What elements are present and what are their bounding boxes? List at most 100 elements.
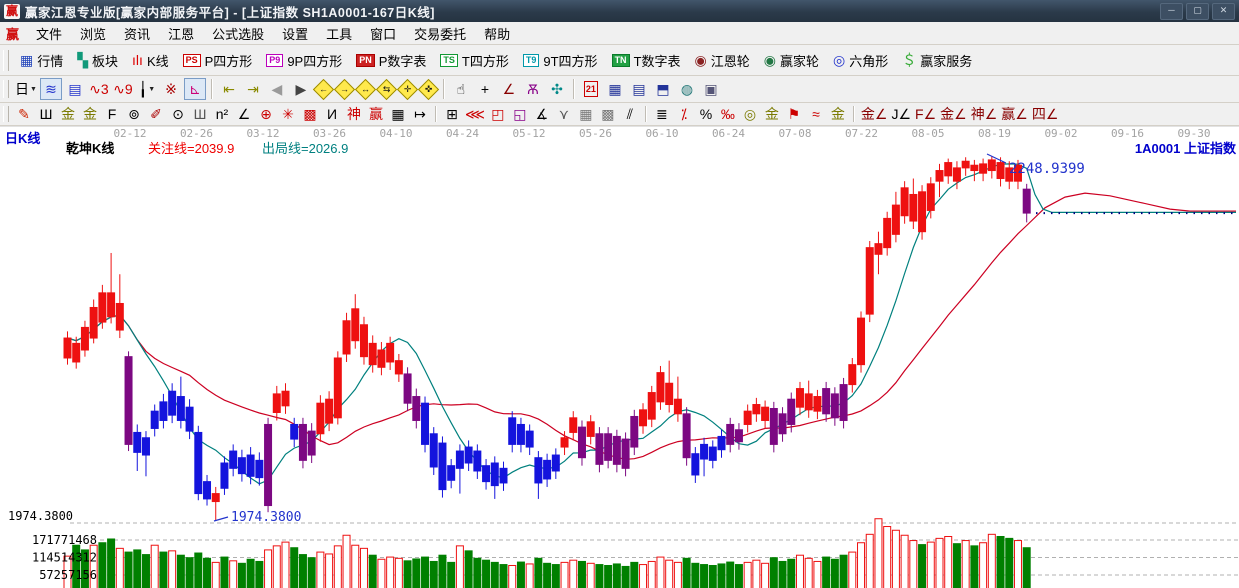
four-angle-button[interactable]: 四∠ bbox=[1031, 105, 1060, 124]
measure-brush-button[interactable]: ✐ bbox=[146, 105, 166, 124]
period-day-button[interactable]: 日 ▼ bbox=[14, 78, 38, 100]
menu-item-0[interactable]: 文件 bbox=[27, 25, 71, 44]
gold-ruler-button[interactable]: 金 bbox=[58, 105, 78, 124]
crosshair-tool-button[interactable]: + bbox=[474, 78, 496, 100]
page-next-button[interactable]: ▶ bbox=[290, 78, 312, 100]
page-prev-button[interactable]: ◀ bbox=[266, 78, 288, 100]
calendar-button[interactable]: 21 bbox=[580, 78, 602, 100]
menu-item-4[interactable]: 公式选股 bbox=[203, 25, 273, 44]
bars-tool-button[interactable]: ≣ bbox=[652, 105, 672, 124]
sectors-button[interactable]: ▚ 板块 bbox=[70, 48, 125, 73]
shen-ruler-button[interactable]: 神 bbox=[344, 105, 364, 124]
permille-button[interactable]: ‰ bbox=[718, 105, 738, 124]
jump-last-button[interactable]: ⇥ bbox=[242, 78, 264, 100]
jump-first-button[interactable]: ⇤ bbox=[218, 78, 240, 100]
p-square-button[interactable]: PS P四方形 bbox=[176, 48, 260, 73]
notes-button[interactable]: ▤ bbox=[628, 78, 650, 100]
fan-box-button[interactable]: ◰ bbox=[488, 105, 508, 124]
pattern-map-button[interactable]: ✣ bbox=[546, 78, 568, 100]
service-button[interactable]: ＄赢家服务 bbox=[895, 48, 979, 73]
gold-level-2-button[interactable]: 金 bbox=[828, 105, 848, 124]
fib-ruler-button[interactable]: F bbox=[102, 105, 122, 124]
hand-tool-button[interactable]: ☝ bbox=[450, 78, 472, 100]
9p-square-button[interactable]: P9 9P四方形 bbox=[259, 48, 349, 73]
zoom-fit-button[interactable]: ✜ bbox=[417, 78, 440, 100]
time-clock-button[interactable]: ⊙ bbox=[168, 105, 188, 124]
time-ruler-button[interactable]: Ш bbox=[36, 105, 56, 124]
angle-measure-button[interactable]: ∠ bbox=[498, 78, 520, 100]
menu-item-9[interactable]: 帮助 bbox=[475, 25, 519, 44]
quotes-button[interactable]: ▦ 行情 bbox=[13, 48, 70, 73]
grid-123-button[interactable]: ▦ bbox=[388, 105, 408, 124]
network-button[interactable]: ◍ bbox=[676, 78, 698, 100]
j-angle-button[interactable]: J∠ bbox=[890, 105, 912, 124]
box-tool-button[interactable]: ⊞ bbox=[442, 105, 462, 124]
wave-gold-button[interactable]: ≈ bbox=[806, 105, 826, 124]
zoom-out-button[interactable]: ⇆ bbox=[375, 78, 398, 100]
plain-ruler-button[interactable]: Ш bbox=[190, 105, 210, 124]
menu-item-1[interactable]: 浏览 bbox=[71, 25, 115, 44]
percent-button[interactable]: % bbox=[696, 105, 716, 124]
chart-canvas[interactable]: 2248.9399 1974.3800 1974.3800 171771468 1145… bbox=[0, 140, 1239, 588]
menu-item-6[interactable]: 工具 bbox=[317, 25, 361, 44]
square-ruler-button[interactable]: n² bbox=[212, 105, 232, 124]
angle-line-button[interactable]: ∠ bbox=[234, 105, 254, 124]
v-lines-button[interactable]: ⋎ bbox=[554, 105, 574, 124]
zoom-in-button[interactable]: ✛ bbox=[396, 78, 419, 100]
scroll-both-button[interactable]: ↔ bbox=[354, 78, 377, 100]
maximize-button[interactable]: ▢ bbox=[1186, 2, 1209, 20]
gold-circle-button[interactable]: ◎ bbox=[740, 105, 760, 124]
fan-lines-button[interactable]: ⋘ bbox=[464, 105, 486, 124]
kline-button[interactable]: ılı K线 bbox=[125, 48, 176, 73]
gann-wheel-button[interactable]: ◉ 江恩轮 bbox=[688, 48, 757, 73]
gold-angle-2-button[interactable]: 金∠ bbox=[939, 105, 968, 124]
red-circle-cross-button[interactable]: ⊕ bbox=[256, 105, 276, 124]
f-angle-button[interactable]: F∠ bbox=[914, 105, 937, 124]
volume-histogram-button[interactable]: ⊾ bbox=[183, 78, 206, 100]
draw-brush-button[interactable]: ✎ bbox=[14, 105, 34, 124]
menu-item-3[interactable]: 江恩 bbox=[159, 25, 203, 44]
purple-fan-box-button[interactable]: ◱ bbox=[510, 105, 530, 124]
k-mark-button[interactable]: И bbox=[322, 105, 342, 124]
scroll-right-button[interactable]: → bbox=[333, 78, 356, 100]
gold-ruler-2-button[interactable]: 金 bbox=[80, 105, 100, 124]
gold-angle-button[interactable]: 金∠ bbox=[860, 105, 889, 124]
win-angle-button[interactable]: 赢∠ bbox=[1000, 105, 1029, 124]
menu-item-2[interactable]: 资讯 bbox=[115, 25, 159, 44]
wave-9-button[interactable]: ∿9 bbox=[112, 78, 134, 100]
scroll-left-button[interactable]: ← bbox=[312, 78, 335, 100]
remote-pc-button[interactable]: ▣ bbox=[700, 78, 722, 100]
shen-angle-button[interactable]: 神∠ bbox=[970, 105, 999, 124]
flag-measure-button[interactable]: ⚑ bbox=[784, 105, 804, 124]
minimize-button[interactable]: ─ bbox=[1160, 2, 1183, 20]
menu-item-5[interactable]: 设置 bbox=[273, 25, 317, 44]
info-document-button[interactable]: ▤ bbox=[64, 78, 86, 100]
t-square-button[interactable]: TS T四方形 bbox=[433, 48, 515, 73]
grid-frame-button[interactable]: ▩ bbox=[598, 105, 618, 124]
hexagon-button[interactable]: ◎ 六角形 bbox=[826, 48, 895, 73]
9t-square-button[interactable]: T9 9T四方形 bbox=[516, 48, 605, 73]
calculator-button[interactable]: ▦ bbox=[604, 78, 626, 100]
menu-item-8[interactable]: 交易委托 bbox=[405, 25, 475, 44]
gold-level-button[interactable]: 金 bbox=[762, 105, 782, 124]
gann-band-button[interactable]: Ѫ bbox=[522, 78, 544, 100]
save-button[interactable]: ⬒ bbox=[652, 78, 674, 100]
close-button[interactable]: ✕ bbox=[1212, 2, 1235, 20]
span-arrow-button[interactable]: ↦ bbox=[410, 105, 430, 124]
red-grid-box-button[interactable]: ▩ bbox=[300, 105, 320, 124]
trend-angles-button[interactable]: ∡ bbox=[532, 105, 552, 124]
red-star-button[interactable]: ✳ bbox=[278, 105, 298, 124]
grid-button[interactable]: ▦ bbox=[576, 105, 596, 124]
pattern-button[interactable]: ※ bbox=[160, 78, 182, 100]
menu-item-7[interactable]: 窗口 bbox=[361, 25, 405, 44]
win-ruler-button[interactable]: 赢 bbox=[366, 105, 386, 124]
candle-style-button[interactable]: ╽ ▼ bbox=[136, 78, 158, 100]
wave-overlay-button[interactable]: ≋ bbox=[39, 78, 62, 100]
winner-wheel-button[interactable]: ◉ 赢家轮 bbox=[757, 48, 826, 73]
parallel-lines-button[interactable]: ⫽ bbox=[620, 105, 640, 124]
wave-3-button[interactable]: ∿3 bbox=[88, 78, 110, 100]
p-table-button[interactable]: PN P数字表 bbox=[349, 48, 433, 73]
t-table-button[interactable]: TN T数字表 bbox=[605, 48, 688, 73]
spiral-button[interactable]: ⊚ bbox=[124, 105, 144, 124]
percent-line-button[interactable]: ⁒ bbox=[674, 105, 694, 124]
